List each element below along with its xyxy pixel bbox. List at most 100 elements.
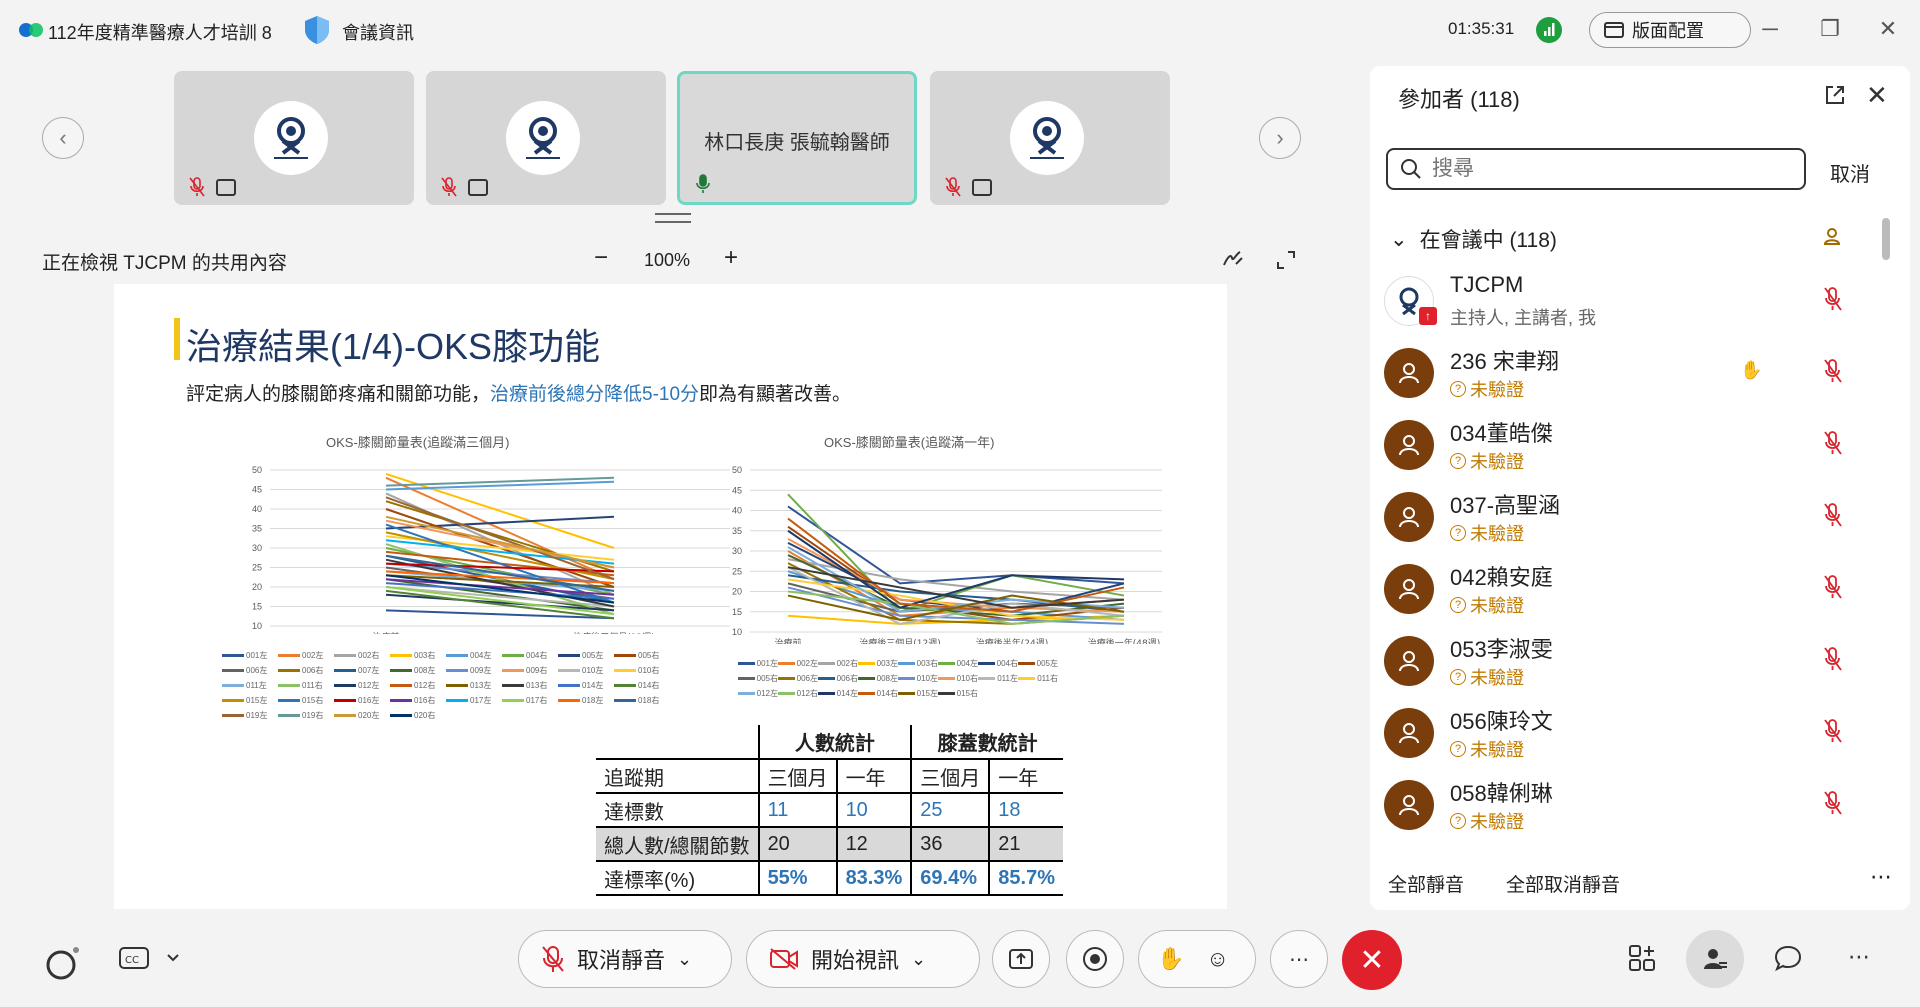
strip-prev-button[interactable]: ‹: [42, 117, 84, 159]
legend-item: 019右: [278, 710, 334, 721]
mic-muted-icon[interactable]: [1822, 790, 1844, 816]
legend-swatch: [502, 684, 524, 687]
participant-row[interactable]: 042賴安庭? 未驗證: [1370, 554, 1890, 626]
legend-item: 014左: [818, 688, 858, 699]
mic-muted-icon[interactable]: [1822, 430, 1844, 456]
y-tick-label: 15: [732, 607, 742, 617]
shield-icon[interactable]: [302, 14, 332, 46]
chat-icon[interactable]: [1774, 944, 1802, 978]
legend-label: 010右: [956, 674, 978, 683]
strip-next-button[interactable]: ›: [1259, 117, 1301, 159]
layout-button[interactable]: 版面配置: [1589, 12, 1751, 48]
more-toolbar-button[interactable]: ⋯: [1270, 930, 1328, 988]
unmute-all-button[interactable]: 全部取消靜音: [1506, 870, 1620, 897]
participant-status-text: 未驗證: [1470, 452, 1524, 472]
in-meeting-section[interactable]: ⌄ 在會議中 (118): [1390, 224, 1557, 254]
minimize-icon[interactable]: ─: [1755, 14, 1785, 44]
legend-label: 018右: [638, 696, 660, 705]
legend-item: 002右: [818, 658, 858, 669]
participant-row[interactable]: 034董皓傑? 未驗證: [1370, 410, 1890, 482]
annotate-pen-icon[interactable]: [1222, 250, 1244, 268]
x-tick-label: 治療後三個月(12週): [573, 631, 654, 634]
mic-muted-icon[interactable]: [1822, 286, 1844, 312]
video-tile[interactable]: 林口長庚 張毓翰醫師: [677, 71, 917, 205]
mic-muted-icon[interactable]: [1822, 358, 1844, 384]
participants-scrollbar[interactable]: [1882, 218, 1890, 260]
legend-label: 011右: [302, 681, 323, 690]
zoom-out-button[interactable]: −: [594, 244, 608, 272]
video-tile[interactable]: [930, 71, 1170, 205]
y-tick-label: 30: [252, 543, 262, 553]
participant-row[interactable]: ↑ TJCPM 主持人, 主講者, 我: [1370, 266, 1890, 338]
participant-row[interactable]: 053李淑雯? 未驗證: [1370, 626, 1890, 698]
fullscreen-icon[interactable]: [1276, 250, 1296, 270]
video-off-icon: [770, 948, 798, 970]
chart1-plot: 10 15 20 25 30 35 40 45 50 治療前 治療後三個月(12週): [252, 465, 730, 634]
legend-swatch: [390, 654, 412, 657]
reaction-emoji-icon[interactable]: ☺: [1206, 946, 1228, 972]
video-chevron-icon[interactable]: ⌄: [911, 949, 926, 970]
host-badge-icon[interactable]: [1822, 226, 1842, 246]
legend-item: 006左: [222, 665, 278, 676]
mic-muted-icon[interactable]: [1822, 646, 1844, 672]
search-input[interactable]: [1432, 157, 1792, 181]
close-window-icon[interactable]: ✕: [1873, 14, 1903, 44]
reactions-group: ✋ ☺: [1138, 930, 1256, 988]
search-cancel-button[interactable]: 取消: [1830, 158, 1870, 187]
legend-label: 016左: [358, 696, 380, 705]
legend-swatch: [1018, 662, 1035, 665]
participant-status: ? 未驗證: [1450, 664, 1524, 690]
participant-row[interactable]: 056陳玲文? 未驗證: [1370, 698, 1890, 770]
video-tile[interactable]: [426, 71, 666, 205]
legend-item: 011左: [978, 673, 1018, 684]
mute-all-button[interactable]: 全部靜音: [1388, 870, 1464, 897]
legend-item: 015右: [278, 695, 334, 706]
legend-swatch: [978, 677, 996, 680]
legend-item: 008左: [390, 665, 446, 676]
avatar-icon: [1384, 348, 1434, 398]
legend-swatch: [738, 662, 755, 665]
raise-hand-icon[interactable]: ✋: [1157, 946, 1184, 972]
status-ring-icon[interactable]: [44, 944, 82, 988]
subheader-3m-people: 三個月: [757, 759, 837, 794]
unmute-chevron-icon[interactable]: ⌄: [677, 949, 692, 970]
participant-row[interactable]: 058韓俐琳? 未驗證: [1370, 770, 1890, 842]
leave-meeting-button[interactable]: ✕: [1342, 930, 1402, 990]
zoom-in-button[interactable]: +: [724, 244, 738, 272]
meeting-info-link[interactable]: 會議資訊: [342, 19, 414, 45]
participant-row[interactable]: 037-高聖涵? 未驗證: [1370, 482, 1890, 554]
more-options-icon[interactable]: ⋯: [1870, 864, 1893, 890]
participants-button[interactable]: [1686, 930, 1744, 988]
table-cell: 21: [988, 827, 1063, 862]
share-indicator-icon: [216, 179, 236, 196]
legend-item: 012右: [778, 688, 818, 699]
popout-icon[interactable]: [1824, 84, 1846, 106]
panel-resize-handle[interactable]: [655, 213, 691, 223]
y-tick-label: 15: [252, 602, 262, 612]
unmute-button[interactable]: 取消靜音 ⌄: [518, 930, 732, 988]
unverified-icon: ?: [1450, 597, 1466, 613]
legend-swatch: [222, 654, 244, 657]
mic-muted-icon[interactable]: [1822, 502, 1844, 528]
close-panel-icon[interactable]: ✕: [1866, 80, 1888, 111]
participant-row[interactable]: 236 宋聿翔? 未驗證 ✋: [1370, 338, 1890, 410]
mic-muted-icon[interactable]: [1822, 574, 1844, 600]
legend-label: 016右: [414, 696, 436, 705]
network-signal-icon[interactable]: [1536, 17, 1562, 43]
restore-icon[interactable]: ❐: [1815, 14, 1845, 44]
legend-label: 005左: [1036, 659, 1058, 668]
share-screen-button[interactable]: [992, 930, 1050, 988]
legend-swatch: [390, 699, 412, 702]
start-video-button[interactable]: 開始視訊 ⌄: [746, 930, 980, 988]
share-icon: [1009, 949, 1033, 969]
row-label: 達標率(%): [596, 861, 759, 896]
participant-search[interactable]: [1386, 148, 1806, 190]
apps-icon[interactable]: [1628, 944, 1656, 978]
captions-icon[interactable]: CC: [118, 944, 182, 980]
video-tile[interactable]: [174, 71, 414, 205]
legend-item: 005左: [558, 650, 614, 661]
mic-muted-icon[interactable]: [1822, 718, 1844, 744]
record-button[interactable]: [1066, 930, 1124, 988]
legend-label: 010右: [638, 666, 660, 675]
more-panels-icon[interactable]: ⋯: [1848, 944, 1870, 970]
